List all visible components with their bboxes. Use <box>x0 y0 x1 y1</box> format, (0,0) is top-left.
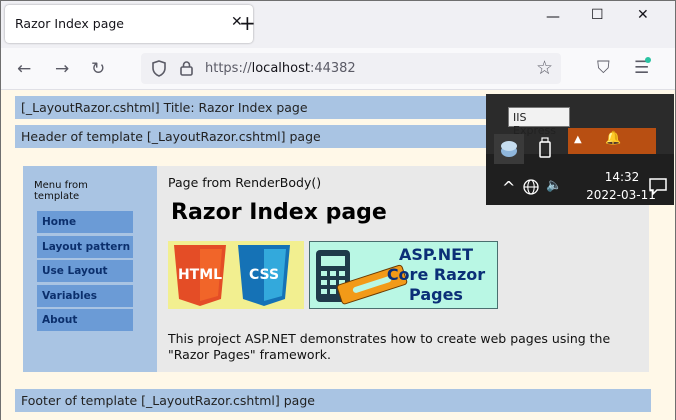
bell-icon: 🔔 <box>605 131 622 146</box>
pocket-icon[interactable]: ⛉ <box>597 58 610 78</box>
asp-net-razor-logo: ASP.NET Core Razor Pages <box>309 241 498 309</box>
tab-razor-index[interactable]: Razor Index page ✕ <box>5 5 253 43</box>
back-arrow-icon[interactable]: ← <box>17 59 31 79</box>
shield-icon[interactable] <box>151 60 167 77</box>
minimize-button[interactable]: — <box>546 9 560 25</box>
forward-arrow-icon[interactable]: → <box>55 59 69 79</box>
url-port: :44382 <box>309 61 356 76</box>
renderbody-label: Page from RenderBody() <box>168 175 322 190</box>
menu-title: Menu from template <box>34 180 88 202</box>
maximize-button[interactable]: ☐ <box>591 7 604 23</box>
update-dot-icon <box>645 57 651 63</box>
clock-time[interactable]: 14:32 <box>592 170 652 184</box>
footer-band: Footer of template [_LayoutRazor.cshtml]… <box>15 389 651 412</box>
url-text[interactable]: https://localhost:44382 <box>205 61 356 76</box>
show-hidden-icons-chevron[interactable]: ^ <box>502 178 515 197</box>
usb-drive-tray-icon[interactable] <box>530 134 560 164</box>
browser-window: Razor Index page ✕ + — ☐ ✕ ← → ↻ https:/… <box>0 0 676 420</box>
menu-item-use-layout[interactable]: Use Layout <box>37 260 133 282</box>
css-logo-label: CSS <box>249 267 279 283</box>
html-css-logo: HTML CSS <box>168 241 304 309</box>
tab-title: Razor Index page <box>15 16 124 31</box>
bookmark-star-icon[interactable]: ☆ <box>536 57 553 79</box>
url-scheme: https:// <box>205 61 252 76</box>
asp-net-logo-text: ASP.NET Core Razor Pages <box>386 245 486 304</box>
html5-css3-logo-image: HTML CSS <box>174 245 290 306</box>
triangle-up-icon: ▲ <box>574 134 582 145</box>
menu-item-layout-pattern[interactable]: Layout pattern <box>37 236 133 258</box>
tab-strip: Razor Index page ✕ + — ☐ ✕ <box>1 1 675 48</box>
project-description: This project ASP.NET demonstrates how to… <box>168 331 611 362</box>
navigation-bar: ← → ↻ https://localhost:44382 ☆ ⛉ ☰ <box>1 48 675 90</box>
url-host: localhost <box>251 61 310 76</box>
usb-drive-icon <box>539 137 551 158</box>
side-menu: Menu from template Home Layout pattern U… <box>23 166 157 372</box>
menu-item-variables[interactable]: Variables <box>37 285 133 307</box>
lock-icon[interactable] <box>179 60 195 77</box>
volume-icon[interactable]: 🔈 <box>546 178 562 193</box>
iis-express-tray-icon[interactable] <box>494 134 524 164</box>
iis-express-tooltip: IIS Express <box>508 107 570 137</box>
html-logo-label: HTML <box>178 267 222 283</box>
network-globe-icon[interactable] <box>522 178 540 196</box>
url-bar[interactable]: https://localhost:44382 <box>141 53 561 84</box>
menu-item-home[interactable]: Home <box>37 211 133 233</box>
new-tab-button[interactable]: + <box>239 11 256 35</box>
menu-item-about[interactable]: About <box>37 309 133 331</box>
action-center-icon[interactable] <box>648 176 668 196</box>
page-heading: Razor Index page <box>171 200 387 225</box>
iis-express-icon <box>501 141 517 157</box>
close-window-button[interactable]: ✕ <box>637 7 649 23</box>
reload-icon[interactable]: ↻ <box>91 59 105 79</box>
